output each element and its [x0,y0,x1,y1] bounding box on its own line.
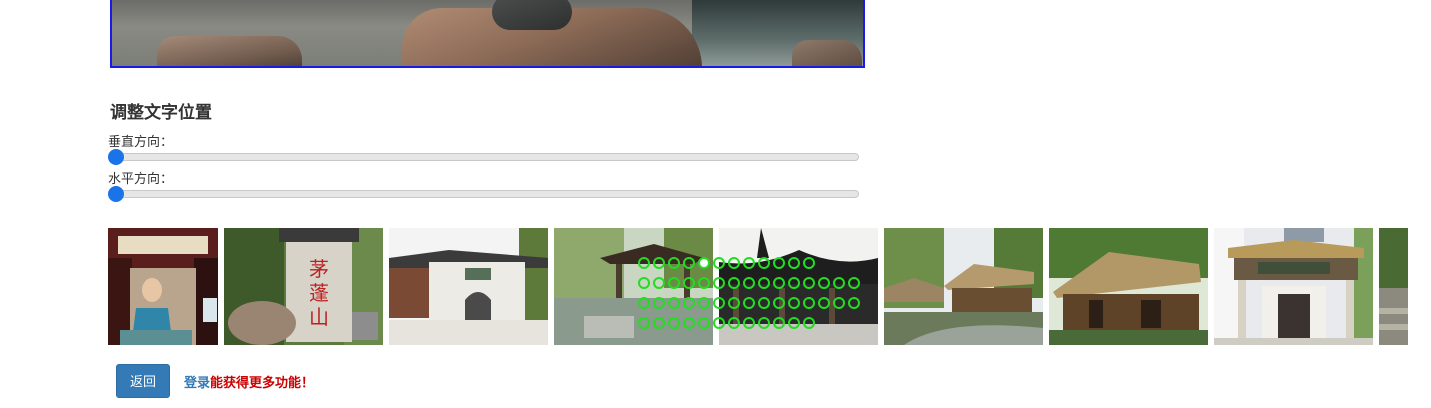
pagination-dot[interactable] [803,317,815,329]
horizontal-slider-thumb[interactable] [108,186,124,202]
vertical-slider-label: 垂直方向： [108,135,174,150]
pagination-dot[interactable] [683,317,695,329]
login-hint: 能获得更多功能！ [210,376,315,391]
pagination-dot[interactable] [683,257,695,269]
vertical-slider-track[interactable] [110,153,859,161]
pagination-dot[interactable] [803,277,815,289]
pagination-dot[interactable] [728,317,740,329]
pagination-dot[interactable] [638,297,650,309]
rock [492,0,572,30]
pagination-dot[interactable] [758,317,770,329]
gallery-thumb-tablet[interactable]: 茅 蓬 山 [224,228,383,345]
gallery-pagination-dots [638,257,878,337]
pagination-dot[interactable] [773,277,785,289]
pagination-dot[interactable] [638,257,650,269]
pagination-dot[interactable] [668,317,680,329]
pagination-dot[interactable] [848,277,860,289]
pagination-dot[interactable] [638,277,650,289]
rock [792,40,862,66]
vertical-slider-thumb[interactable] [108,149,124,165]
gallery-thumb-huts[interactable] [884,228,1043,345]
pagination-dot[interactable] [653,317,665,329]
pagination-dot[interactable] [788,317,800,329]
gallery-thumb-path[interactable] [1379,228,1408,345]
gallery-thumb-shrine[interactable] [108,228,218,345]
pagination-dot[interactable] [668,277,680,289]
pagination-dot[interactable] [683,277,695,289]
memorial-hall-photo [1214,228,1373,345]
pagination-dot[interactable] [653,277,665,289]
svg-text:蓬: 蓬 [309,281,329,305]
white-gate-photo [389,228,548,345]
login-prompt: 登录能获得更多功能！ [184,372,314,391]
pagination-dot[interactable] [668,257,680,269]
pagination-dot[interactable] [803,297,815,309]
pagination-dot[interactable] [653,257,665,269]
pagination-dot[interactable] [713,257,725,269]
pagination-dot[interactable] [698,297,710,309]
svg-text:山: 山 [309,305,329,329]
back-button[interactable]: 返回 [116,364,170,398]
pagination-dot[interactable] [788,297,800,309]
thatched-huts-photo [884,228,1043,345]
pagination-dot[interactable] [758,277,770,289]
pagination-dot[interactable] [788,257,800,269]
stone-tablet-photo: 茅 蓬 山 [224,228,383,345]
pagination-dot[interactable] [818,297,830,309]
thatched-cottages-photo [1049,228,1208,345]
pagination-dot[interactable] [653,297,665,309]
shrine-statue-photo [108,228,218,345]
horizontal-slider-label: 水平方向： [108,172,174,187]
horizontal-slider-track[interactable] [110,190,859,198]
pagination-dot[interactable] [833,297,845,309]
pagination-dot[interactable] [713,317,725,329]
pagination-dot[interactable] [773,257,785,269]
pagination-dot[interactable] [788,277,800,289]
gallery-thumb-hall[interactable] [1214,228,1373,345]
section-title: 调整文字位置 [110,103,212,123]
pagination-dot[interactable] [743,257,755,269]
pagination-dot[interactable] [668,297,680,309]
pagination-dot[interactable] [818,277,830,289]
pagination-dot[interactable] [698,317,710,329]
pagination-dot[interactable] [848,297,860,309]
svg-text:茅: 茅 [309,257,329,281]
gallery-thumb-gate[interactable] [389,228,548,345]
pagination-dot[interactable] [728,297,740,309]
garden-path-photo [1379,228,1408,345]
pagination-dot[interactable] [698,277,710,289]
rock [157,36,302,66]
pagination-dot[interactable] [833,277,845,289]
pagination-dot[interactable] [773,317,785,329]
pagination-dot[interactable] [713,277,725,289]
header-photo [110,0,865,68]
pagination-dot[interactable] [743,277,755,289]
pagination-dot[interactable] [698,257,710,269]
pagination-dot[interactable] [743,317,755,329]
pagination-dot[interactable] [713,297,725,309]
pagination-dot[interactable] [743,297,755,309]
pagination-dot[interactable] [773,297,785,309]
pagination-dot[interactable] [638,317,650,329]
pagination-dot[interactable] [728,257,740,269]
pagination-dot[interactable] [758,297,770,309]
pagination-dot[interactable] [803,257,815,269]
login-link[interactable]: 登录 [184,376,210,391]
gallery-thumb-cottages[interactable] [1049,228,1208,345]
pagination-dot[interactable] [758,257,770,269]
pagination-dot[interactable] [728,277,740,289]
pagination-dot[interactable] [683,297,695,309]
